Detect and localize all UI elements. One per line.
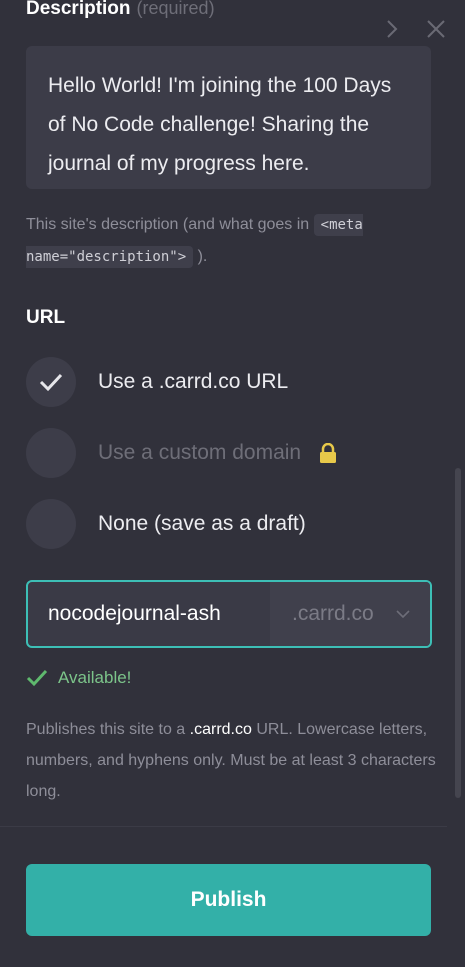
required-label: (required)	[136, 0, 215, 18]
availability-text: Available!	[58, 668, 132, 687]
option-draft[interactable]: None (save as a draft)	[26, 499, 306, 549]
radio-unchecked[interactable]	[26, 428, 76, 478]
description-help-suffix: ).	[193, 248, 208, 265]
chevron-down-icon	[396, 610, 410, 618]
option-custom-domain-label: Use a custom domain	[98, 441, 302, 464]
option-carrd-url-label: Use a .carrd.co URL	[98, 370, 289, 393]
checkmark-icon	[39, 373, 63, 392]
chevron-right-icon[interactable]	[381, 18, 403, 40]
lock-icon	[319, 443, 337, 463]
description-help-prefix: This site's description (and what goes i…	[26, 216, 314, 233]
url-field: .carrd.co	[26, 580, 432, 648]
subdomain-input[interactable]	[28, 582, 270, 646]
description-textarea[interactable]: Hello World! I'm joining the 100 Days of…	[26, 46, 431, 189]
publish-button[interactable]: Publish	[26, 864, 431, 936]
availability-status: Available!	[26, 668, 131, 688]
description-heading: Description (required)	[26, 0, 215, 20]
option-draft-label: None (save as a draft)	[98, 512, 306, 535]
radio-unchecked[interactable]	[26, 499, 76, 549]
description-label: Description	[26, 0, 131, 19]
check-icon	[26, 669, 48, 687]
url-help-prefix: Publishes this site to a	[26, 721, 190, 738]
close-icon[interactable]	[425, 18, 447, 40]
panel-controls	[381, 18, 447, 40]
option-custom-domain[interactable]: Use a custom domain	[26, 428, 337, 478]
publish-panel: Description (required) Hello World! I'm j…	[0, 0, 465, 967]
url-help: Publishes this site to a .carrd.co URL. …	[26, 714, 436, 807]
option-carrd-url[interactable]: Use a .carrd.co URL	[26, 357, 288, 407]
domain-suffix: .carrd.co	[292, 602, 374, 625]
radio-checked[interactable]	[26, 357, 76, 407]
url-help-highlight: .carrd.co	[189, 721, 252, 738]
description-help: This site's description (and what goes i…	[26, 209, 426, 273]
domain-select[interactable]: .carrd.co	[270, 582, 430, 646]
divider	[0, 826, 447, 827]
scrollbar[interactable]	[455, 468, 461, 798]
url-heading: URL	[26, 307, 66, 328]
